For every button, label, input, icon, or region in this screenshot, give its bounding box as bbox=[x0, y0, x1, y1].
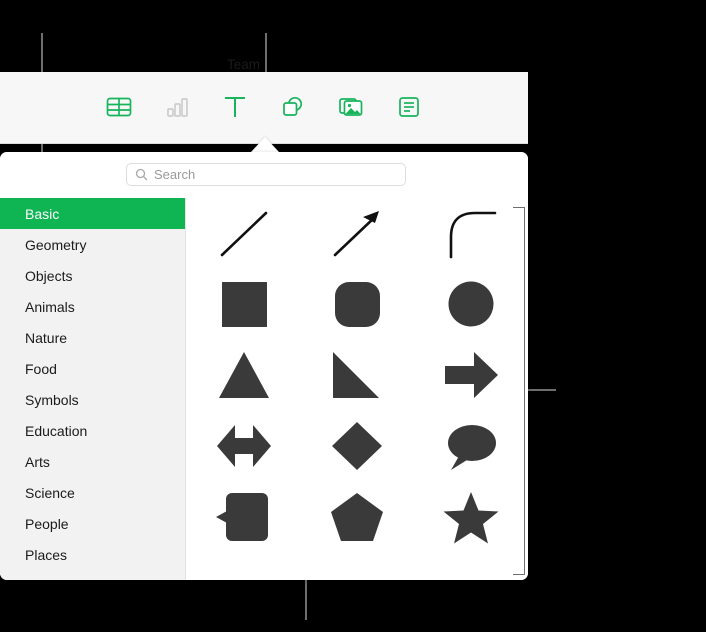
search-icon bbox=[135, 168, 148, 181]
curved-line-shape bbox=[441, 205, 501, 263]
category-item-activities[interactable]: Activities bbox=[0, 570, 185, 581]
category-item-geometry[interactable]: Geometry bbox=[0, 229, 185, 260]
toolbar-chart-button[interactable] bbox=[158, 90, 196, 128]
toolbar-button-group bbox=[100, 90, 428, 128]
shape-cell-right-triangle[interactable] bbox=[301, 340, 415, 411]
shape-cell-callout-box[interactable] bbox=[187, 482, 301, 553]
popover-search-row: Search bbox=[0, 152, 528, 198]
category-item-science[interactable]: Science bbox=[0, 477, 185, 508]
category-item-symbols[interactable]: Symbols bbox=[0, 384, 185, 415]
toolbar-comment-button[interactable] bbox=[390, 90, 428, 128]
line-shape bbox=[214, 205, 274, 263]
category-item-label: Activities bbox=[25, 578, 80, 581]
search-field[interactable]: Search bbox=[126, 163, 406, 186]
circle-shape bbox=[441, 276, 501, 334]
text-icon bbox=[222, 94, 248, 125]
category-item-label: Arts bbox=[25, 453, 50, 470]
comment-icon bbox=[396, 95, 422, 124]
shape-cell-pentagon[interactable] bbox=[301, 482, 415, 553]
shape-cell-curved-line[interactable] bbox=[414, 198, 528, 269]
table-icon bbox=[106, 95, 132, 124]
popover-arrow bbox=[251, 137, 279, 152]
arrow-line-shape bbox=[327, 205, 387, 263]
category-item-label: Objects bbox=[25, 267, 73, 284]
double-arrow-shape bbox=[214, 418, 274, 476]
category-item-label: Geometry bbox=[25, 236, 87, 253]
category-item-places[interactable]: Places bbox=[0, 539, 185, 570]
toolbar-shape-button[interactable] bbox=[274, 90, 312, 128]
shape-cell-arrow-line[interactable] bbox=[301, 198, 415, 269]
pentagon-shape bbox=[327, 489, 387, 547]
category-item-nature[interactable]: Nature bbox=[0, 322, 185, 353]
category-item-objects[interactable]: Objects bbox=[0, 260, 185, 291]
category-list: Basic Geometry Objects Animals Nature Food Sym… bbox=[0, 198, 185, 580]
shape-cell-diamond[interactable] bbox=[301, 411, 415, 482]
shape-cell-right-arrow[interactable] bbox=[414, 340, 528, 411]
speech-bubble-shape bbox=[441, 418, 501, 476]
right-triangle-shape bbox=[327, 347, 387, 405]
category-item-label: Places bbox=[25, 546, 68, 563]
callout-box-shape bbox=[214, 489, 274, 547]
category-item-label: Symbols bbox=[25, 391, 79, 408]
chart-icon bbox=[164, 95, 190, 124]
callout-bracket-shapes bbox=[513, 207, 525, 575]
shape-cell-line[interactable] bbox=[187, 198, 301, 269]
shapes-grid bbox=[187, 198, 528, 553]
toolbar-media-button[interactable] bbox=[332, 90, 370, 128]
category-item-education[interactable]: Education bbox=[0, 415, 185, 446]
shape-cell-speech-bubble[interactable] bbox=[414, 411, 528, 482]
app-toolbar bbox=[0, 72, 528, 144]
shape-cell-triangle[interactable] bbox=[187, 340, 301, 411]
category-item-food[interactable]: Food bbox=[0, 353, 185, 384]
triangle-shape bbox=[214, 347, 274, 405]
category-item-people[interactable]: People bbox=[0, 508, 185, 539]
square-shape bbox=[214, 276, 274, 334]
category-item-label: Science bbox=[25, 484, 75, 501]
shape-cell-star[interactable] bbox=[414, 482, 528, 553]
category-item-animals[interactable]: Animals bbox=[0, 291, 185, 322]
toolbar-table-button[interactable] bbox=[100, 90, 138, 128]
shapes-popover: Search Basic Geometry Objects Animals Nature… bbox=[0, 152, 528, 580]
category-item-label: Food bbox=[25, 360, 57, 377]
shape-cell-rounded-square[interactable] bbox=[301, 269, 415, 340]
category-item-label: Nature bbox=[25, 329, 68, 346]
media-icon bbox=[338, 95, 364, 124]
category-item-label: Education bbox=[25, 422, 88, 439]
right-arrow-shape bbox=[441, 347, 501, 405]
category-item-label: Animals bbox=[25, 298, 75, 315]
star-shape bbox=[441, 489, 501, 547]
shape-cell-double-arrow[interactable] bbox=[187, 411, 301, 482]
diamond-shape bbox=[327, 418, 387, 476]
shape-cell-circle[interactable] bbox=[414, 269, 528, 340]
toolbar-text-button[interactable] bbox=[216, 90, 254, 128]
category-sidebar[interactable]: Basic Geometry Objects Animals Nature Food Sym… bbox=[0, 198, 186, 580]
screenshot-stage: Team Search Basic Geometry Objects Anima… bbox=[0, 0, 706, 632]
category-item-label: Basic bbox=[25, 205, 60, 222]
rounded-square-shape bbox=[327, 276, 387, 334]
category-item-arts[interactable]: Arts bbox=[0, 446, 185, 477]
search-input[interactable]: Search bbox=[154, 168, 195, 181]
category-item-basic[interactable]: Basic bbox=[0, 198, 185, 229]
shape-icon bbox=[280, 95, 306, 124]
callout-label-team: Team bbox=[227, 57, 261, 72]
shapes-pane[interactable] bbox=[187, 198, 528, 580]
shape-cell-square[interactable] bbox=[187, 269, 301, 340]
category-item-label: People bbox=[25, 515, 69, 532]
